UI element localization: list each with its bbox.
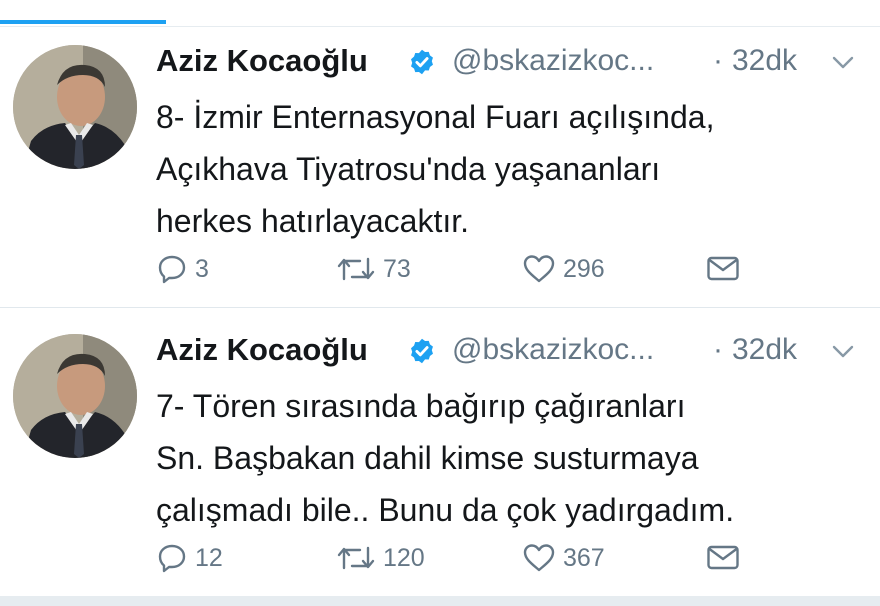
- reply-count: 12: [195, 543, 223, 572]
- direct-message-icon: [707, 256, 739, 281]
- active-tab-indicator: [0, 20, 166, 24]
- author-handle[interactable]: @bskazizkoc...: [452, 333, 654, 367]
- timestamp[interactable]: 32dk: [732, 333, 797, 367]
- tweet-text-line: çalışmadı bile.. Bunu da çok yadırgadım.: [156, 492, 735, 528]
- direct-message-icon: [707, 545, 739, 570]
- retweet-button[interactable]: 73: [336, 249, 411, 289]
- tweet-header: Aziz Kocaoğlu @bskazizkoc... · 32dk: [156, 43, 866, 83]
- tweet-text: 7- Tören sırasında bağırıp çağıranları S…: [156, 380, 866, 536]
- separator-dot: ·: [713, 44, 723, 77]
- retweet-icon: [337, 546, 375, 570]
- tweet-card[interactable]: Aziz Kocaoğlu @bskazizkoc... · 32dk 8- İ…: [0, 27, 880, 308]
- like-count: 296: [563, 254, 605, 283]
- direct-message-button[interactable]: [706, 538, 740, 578]
- avatar[interactable]: [13, 334, 137, 458]
- reply-icon: [158, 255, 186, 284]
- like-button[interactable]: 367: [522, 538, 605, 578]
- direct-message-button[interactable]: [706, 249, 740, 289]
- reply-count: 3: [195, 254, 209, 283]
- verified-badge-icon: [411, 338, 433, 364]
- author-handle[interactable]: @bskazizkoc...: [452, 44, 654, 78]
- separator-dot: ·: [713, 333, 723, 366]
- verified-badge-icon: [411, 49, 433, 75]
- tweet-text-line: 7- Tören sırasında bağırıp çağıranları: [156, 388, 686, 424]
- tweet-actions: 3 73 296: [156, 249, 756, 289]
- author-name[interactable]: Aziz Kocaoğlu: [156, 332, 368, 368]
- retweet-button[interactable]: 120: [336, 538, 425, 578]
- tweet-text-line: Açıkhava Tiyatrosu'nda yaşananları: [156, 151, 661, 187]
- tweet-text-line: Sn. Başbakan dahil kimse susturmaya: [156, 440, 699, 476]
- tweet-text: 8- İzmir Enternasyonal Fuarı açılışında,…: [156, 91, 866, 247]
- timeline-divider: [0, 596, 880, 606]
- chevron-down-icon[interactable]: [831, 344, 855, 360]
- tweet-card[interactable]: Aziz Kocaoğlu @bskazizkoc... · 32dk 7- T…: [0, 308, 880, 596]
- retweet-count: 120: [383, 543, 425, 572]
- tweet-header: Aziz Kocaoğlu @bskazizkoc... · 32dk: [156, 332, 866, 372]
- like-icon: [523, 255, 555, 283]
- like-icon: [523, 544, 555, 572]
- tweet-text-line: herkes hatırlayacaktır.: [156, 203, 470, 239]
- chevron-down-icon[interactable]: [831, 55, 855, 71]
- tweet-text-line: 8- İzmir Enternasyonal Fuarı açılışında,: [156, 99, 715, 135]
- timestamp[interactable]: 32dk: [732, 44, 797, 78]
- retweet-icon: [337, 257, 375, 281]
- top-tab-bar: [0, 0, 880, 27]
- like-button[interactable]: 296: [522, 249, 605, 289]
- author-name[interactable]: Aziz Kocaoğlu: [156, 43, 368, 79]
- reply-button[interactable]: 3: [156, 249, 209, 289]
- reply-button[interactable]: 12: [156, 538, 223, 578]
- tweet-actions: 12 120 367: [156, 538, 756, 578]
- like-count: 367: [563, 543, 605, 572]
- reply-icon: [158, 544, 186, 573]
- avatar[interactable]: [13, 45, 137, 169]
- retweet-count: 73: [383, 254, 411, 283]
